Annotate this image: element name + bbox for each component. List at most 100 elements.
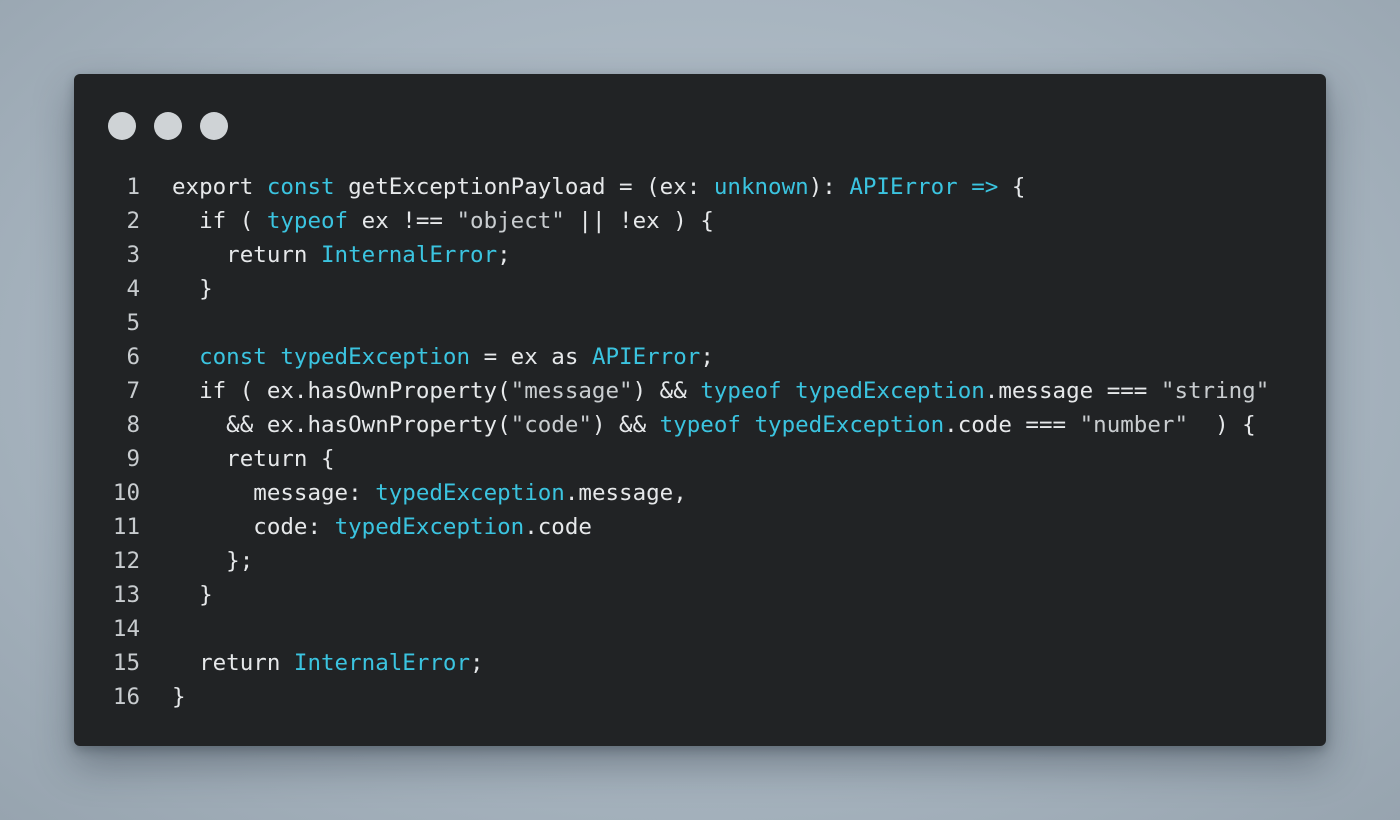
code-token: APIError	[849, 174, 958, 200]
line-number: 5	[126, 310, 140, 336]
code-token: return	[172, 650, 294, 676]
code-token: }	[172, 276, 213, 302]
line-source: }	[172, 272, 213, 306]
line-number: 1	[126, 174, 140, 200]
line-source: };	[172, 544, 253, 578]
code-line: 4 }	[74, 272, 1326, 306]
code-token: };	[172, 548, 254, 574]
line-source: }	[172, 578, 213, 612]
line-source: if ( ex.hasOwnProperty("message") && typ…	[172, 374, 1269, 408]
code-token: typeof	[266, 208, 349, 234]
code-token: "code"	[510, 412, 592, 438]
line-source: return InternalError;	[172, 238, 511, 272]
code-token: unknown	[713, 174, 809, 200]
code-token: .code	[524, 514, 592, 540]
code-token: typedException	[375, 480, 565, 506]
code-token: .code ===	[944, 412, 1080, 438]
code-token: if ( ex.hasOwnProperty(	[172, 378, 511, 404]
line-source: message: typedException.message,	[172, 476, 687, 510]
code-token: && ex.hasOwnProperty(	[172, 412, 511, 438]
line-source: export const getExceptionPayload = (ex: …	[172, 170, 1025, 204]
code-token: "number"	[1079, 412, 1188, 438]
code-token: typedException	[334, 514, 525, 540]
code-token: ;	[470, 650, 484, 676]
code-line: 7 if ( ex.hasOwnProperty("message") && t…	[74, 374, 1326, 408]
code-token: typedException	[795, 378, 985, 404]
line-source: return {	[172, 442, 335, 476]
code-block: 1 export const getExceptionPayload = (ex:…	[74, 170, 1326, 714]
code-token: .message ===	[984, 378, 1161, 404]
code-token: =>	[971, 174, 999, 200]
code-token: InternalError	[321, 242, 498, 268]
code-token: typeof	[659, 412, 741, 438]
code-line: 2 if ( typeof ex !== "object" || !ex ) {	[74, 204, 1326, 238]
line-number: 14	[112, 616, 140, 642]
code-line: 3 return InternalError;	[74, 238, 1326, 272]
code-token: = ex as	[470, 344, 592, 370]
code-token: ) &&	[632, 378, 701, 404]
code-line: 14	[74, 612, 1326, 646]
code-token: "message"	[510, 378, 633, 404]
line-number: 16	[112, 684, 140, 710]
code-token: "object"	[456, 208, 565, 234]
line-number: 6	[126, 344, 140, 370]
line-number: 11	[112, 514, 140, 540]
line-number: 10	[112, 480, 140, 506]
line-number: 8	[126, 412, 140, 438]
code-token: ) &&	[591, 412, 660, 438]
line-source: code: typedException.code	[172, 510, 592, 544]
code-token: ):	[808, 174, 850, 200]
code-token: typedException	[280, 344, 471, 370]
code-line: 16}	[74, 680, 1326, 714]
code-token: .message,	[564, 480, 687, 506]
maximize-dot-icon[interactable]	[200, 112, 228, 140]
code-token: message:	[172, 480, 376, 506]
code-line: 8 && ex.hasOwnProperty("code") && typeof…	[74, 408, 1326, 442]
code-token: if (	[172, 208, 267, 234]
code-window: 1 export const getExceptionPayload = (ex:…	[74, 74, 1326, 746]
line-source: && ex.hasOwnProperty("code") && typeof t…	[172, 408, 1256, 442]
code-token: typeof	[700, 378, 782, 404]
code-token: const	[266, 174, 335, 200]
line-number: 3	[126, 242, 140, 268]
code-line: 12 };	[74, 544, 1326, 578]
line-number: 7	[126, 378, 140, 404]
line-number: 2	[126, 208, 140, 234]
code-token: }	[172, 582, 213, 608]
code-token: code:	[172, 514, 335, 540]
minimize-dot-icon[interactable]	[154, 112, 182, 140]
code-token: {	[998, 174, 1026, 200]
line-source: if ( typeof ex !== "object" || !ex ) {	[172, 204, 714, 238]
line-source: return InternalError;	[172, 646, 484, 680]
code-token: ex !==	[348, 208, 457, 234]
code-line: 9 return {	[74, 442, 1326, 476]
line-number: 9	[126, 446, 140, 472]
code-line: 15 return InternalError;	[74, 646, 1326, 680]
code-token: getExceptionPayload = (ex:	[334, 174, 714, 200]
line-number: 15	[112, 650, 140, 676]
code-line: 6 const typedException = ex as APIError;	[74, 340, 1326, 374]
code-token: || !ex ) {	[564, 208, 714, 234]
code-token: typedException	[754, 412, 945, 438]
code-line: 1 export const getExceptionPayload = (ex:…	[74, 170, 1326, 204]
code-token: }	[172, 684, 186, 710]
line-source: }	[172, 680, 186, 714]
code-token: APIError	[591, 344, 701, 370]
code-line: 11 code: typedException.code	[74, 510, 1326, 544]
code-token: ;	[700, 344, 714, 370]
line-number: 13	[112, 582, 140, 608]
line-number: 4	[126, 276, 140, 302]
line-number: 12	[112, 548, 140, 574]
code-token: return {	[172, 446, 335, 472]
code-token: ) {	[1188, 412, 1256, 438]
code-token: const	[199, 344, 267, 370]
code-line: 13 }	[74, 578, 1326, 612]
code-token: return	[172, 242, 322, 268]
code-line: 5	[74, 306, 1326, 340]
code-token: export	[172, 174, 267, 200]
close-dot-icon[interactable]	[108, 112, 136, 140]
